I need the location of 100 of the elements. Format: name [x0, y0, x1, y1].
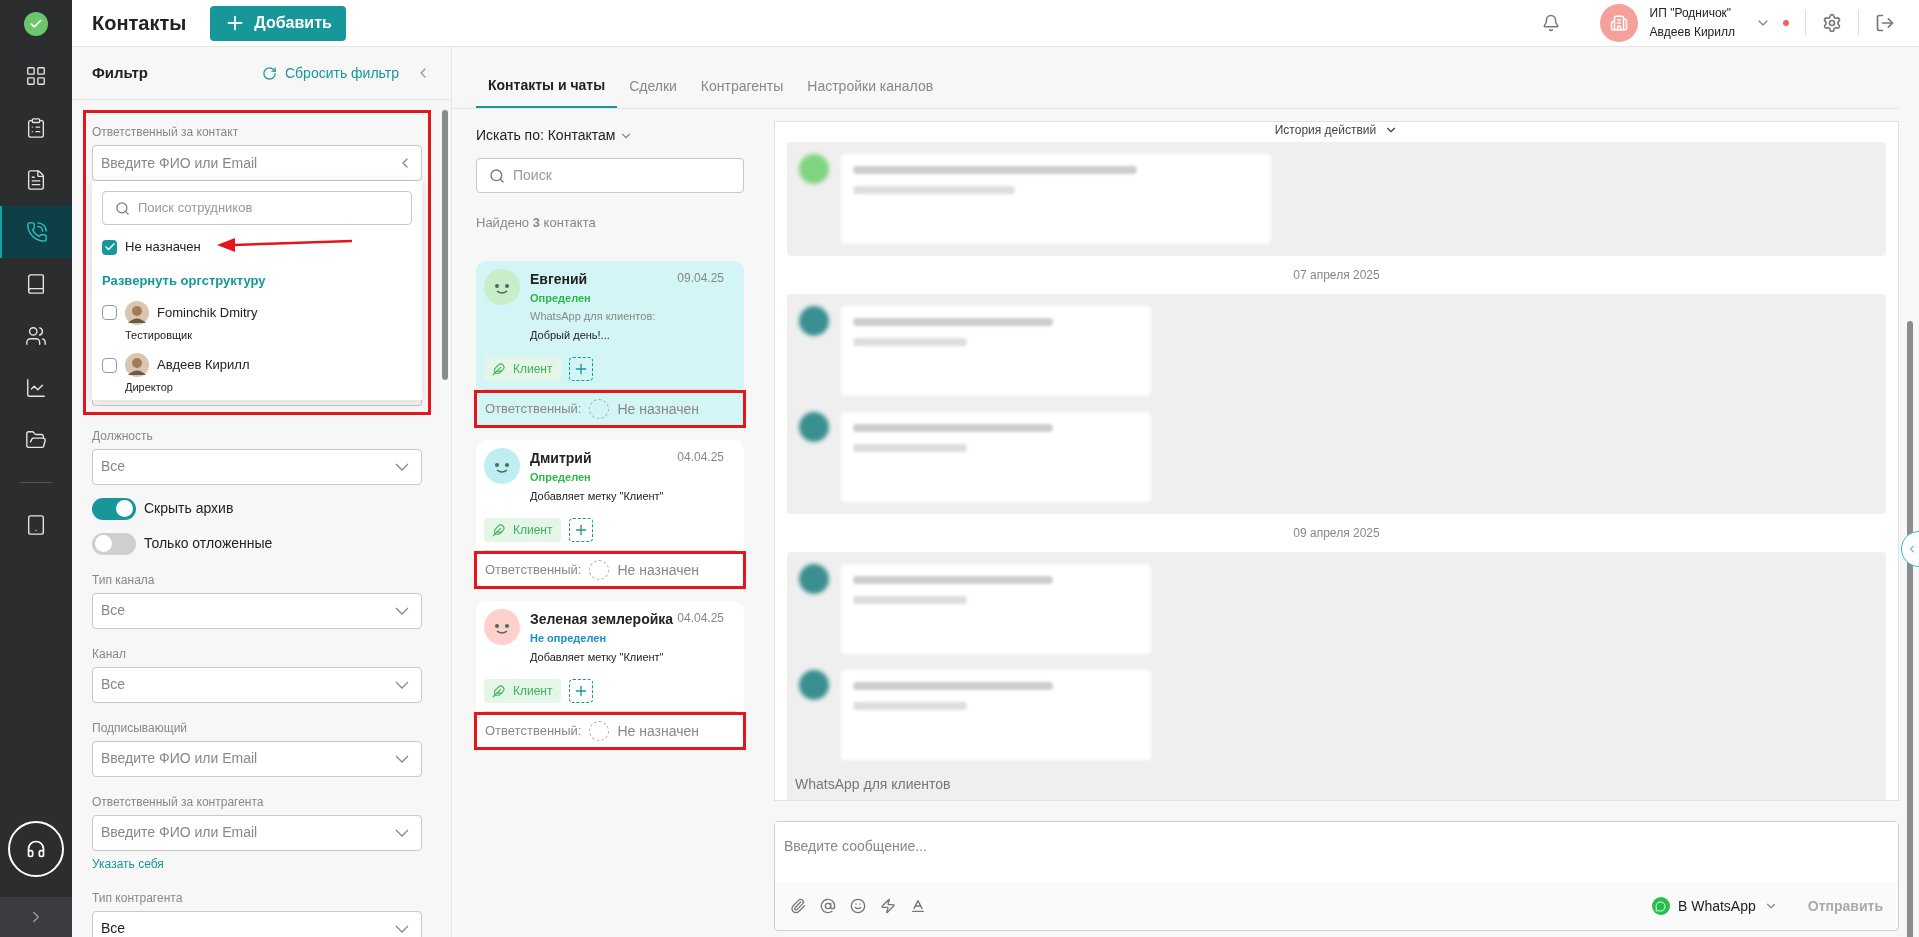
- select-field[interactable]: Введите ФИО или Email: [92, 740, 422, 777]
- send-button[interactable]: Отправить: [1807, 895, 1883, 917]
- responsible-value: Не назначен: [617, 721, 700, 741]
- chevron-down-icon: [395, 754, 409, 763]
- last-message: Добрый день!...: [530, 327, 611, 343]
- responsible-value: Не назначен: [617, 560, 700, 580]
- chevron-down-icon: [395, 680, 409, 689]
- last-message: Добавляет метку "Клиент": [530, 649, 665, 665]
- employee-name: Авдеев Кирилл: [157, 356, 250, 375]
- select-field[interactable]: Все: [92, 448, 422, 485]
- date-separator: 07 апреля 2025: [1293, 267, 1380, 284]
- date-separator: 09 апреля 2025: [1293, 525, 1380, 542]
- emoji-icon[interactable]: [850, 898, 866, 914]
- user-name: Авдеев Кирилл: [1649, 24, 1735, 41]
- toggle-switch[interactable]: [92, 532, 136, 555]
- contact-card[interactable]: Зеленая землеройка 04.04.25 Не определен Добавляет метку "Клиент" Клиент Ответственный: Не назначен: [476, 601, 744, 750]
- contact-date: 09.04.25: [677, 269, 725, 287]
- option-label: Не назначен: [125, 238, 201, 257]
- blurred-avatar: [799, 306, 829, 336]
- tab[interactable]: Настройки каналов: [795, 75, 946, 108]
- tab[interactable]: Контакты и чаты: [476, 75, 618, 108]
- whatsapp-icon: [1651, 897, 1670, 915]
- add-tag-button[interactable]: [568, 679, 593, 703]
- employee-role: Директор: [125, 380, 174, 395]
- toggle-label: Только отложенные: [144, 534, 273, 553]
- employee-search-field[interactable]: Поиск сотрудников: [102, 191, 412, 225]
- scrollbar[interactable]: [442, 110, 448, 380]
- toggle-switch[interactable]: [92, 497, 136, 520]
- contact-card[interactable]: Евгений 09.04.25 Определен WhatsApp для клиентов: Добрый день!... Клиент Ответственный: Не назначен: [476, 260, 744, 428]
- select-field[interactable]: Все: [92, 910, 422, 937]
- support-headset-icon[interactable]: [8, 821, 64, 877]
- client-tag: Клиент: [484, 518, 561, 542]
- found-count: Найдено 3 контакта: [476, 214, 597, 232]
- employee-name: Fominchik Dmitry: [157, 303, 258, 322]
- checkbox[interactable]: [102, 239, 117, 255]
- contact-date: 04.04.25: [677, 449, 725, 466]
- client-tag: Клиент: [484, 357, 561, 381]
- checkbox[interactable]: [102, 305, 117, 320]
- notification-icon[interactable]: [1541, 14, 1560, 32]
- chevron-down-icon: [395, 606, 409, 615]
- blurred-avatar: [799, 670, 829, 700]
- refresh-icon: [261, 65, 277, 81]
- avatar: [125, 300, 149, 325]
- responsible-label: Ответственный:: [485, 722, 582, 741]
- toggle-label: Скрыть архив: [144, 499, 234, 518]
- tab[interactable]: Контрагенты: [688, 75, 796, 108]
- add-button[interactable]: Добавить: [210, 5, 346, 41]
- field-label: Тип контрагента: [92, 889, 184, 907]
- select-field[interactable]: Все: [92, 666, 422, 703]
- search-field[interactable]: Поиск: [476, 158, 744, 193]
- search-by-dropdown[interactable]: Искать по: Контактам: [476, 125, 744, 146]
- text-format-icon[interactable]: [910, 898, 926, 914]
- add-tag-button[interactable]: [568, 518, 593, 542]
- field-label: Подписывающий: [92, 719, 189, 737]
- settings-icon[interactable]: [1822, 13, 1842, 33]
- page-title: Контакты: [92, 11, 187, 36]
- logo-icon: [24, 12, 48, 36]
- checkbox[interactable]: [102, 357, 117, 373]
- contact-status: Определен: [530, 290, 592, 306]
- contact-card[interactable]: Дмитрий 04.04.25 Определен Добавляет метку "Клиент" Клиент Ответственный: Не назначен: [476, 440, 744, 589]
- history-dropdown[interactable]: История действий: [1274, 122, 1399, 138]
- select-field[interactable]: Введите ФИО или Email: [92, 814, 422, 851]
- feather-icon: [492, 684, 505, 698]
- channel-selector[interactable]: В WhatsApp: [1651, 895, 1778, 917]
- contact-name: Зеленая землеройка: [530, 610, 674, 629]
- feather-icon: [492, 523, 505, 537]
- lightning-icon[interactable]: [880, 898, 896, 914]
- phone-icon[interactable]: [0, 206, 72, 258]
- mention-icon[interactable]: [820, 898, 836, 914]
- responsible-input[interactable]: Введите ФИО или Email: [92, 145, 422, 181]
- company-avatar[interactable]: [1599, 4, 1638, 42]
- field-label: Должность: [92, 427, 154, 445]
- scrollbar[interactable]: [1907, 321, 1913, 937]
- logout-icon[interactable]: [1875, 13, 1895, 33]
- search-icon: [489, 167, 505, 184]
- chevron-down-icon: [395, 924, 409, 933]
- tab[interactable]: Сделки: [617, 75, 689, 108]
- attach-icon[interactable]: [790, 898, 806, 914]
- contact-date: 04.04.25: [677, 610, 725, 627]
- add-tag-button[interactable]: [568, 357, 593, 381]
- expand-panel-button[interactable]: [1901, 531, 1919, 567]
- blurred-avatar: [799, 412, 829, 442]
- message-composer[interactable]: Введите сообщение... В WhatsApp Отправить: [774, 821, 1899, 931]
- responsible-label: Ответственный:: [485, 561, 582, 580]
- select-field[interactable]: Все: [92, 592, 422, 629]
- field-label: Ответственный за контакт: [92, 124, 240, 141]
- employee-role: Тестировщик: [125, 327, 193, 343]
- contact-name: Дмитрий: [530, 449, 592, 468]
- expand-orgstructure-link[interactable]: Развернуть оргструктуру: [102, 271, 266, 291]
- filter-title: Фильтр: [92, 62, 148, 83]
- channel-caption: WhatsApp для клиентов: [794, 775, 952, 794]
- field-label: Канал: [92, 645, 127, 663]
- message-placeholder: Введите сообщение...: [784, 838, 927, 854]
- field-label: Тип канала: [92, 571, 156, 589]
- reset-filter-link[interactable]: Сбросить фильтр: [261, 62, 399, 84]
- assign-self-link[interactable]: Указать себя: [92, 854, 164, 873]
- chevron-down-icon: [395, 828, 409, 837]
- blurred-avatar: [799, 564, 829, 594]
- contact-status: Не определен: [530, 631, 608, 646]
- contact-status: Определен: [530, 470, 592, 485]
